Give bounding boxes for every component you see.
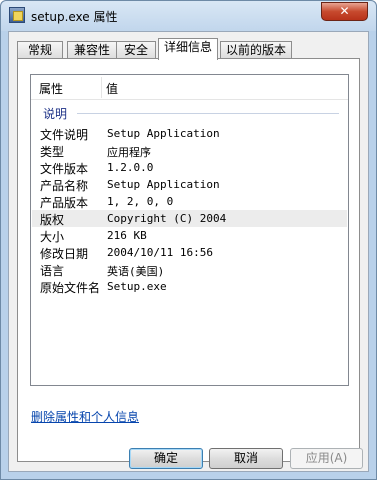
tab-general[interactable]: 常规: [17, 41, 63, 59]
column-divider[interactable]: [101, 77, 102, 98]
detail-value: 216 KB: [107, 229, 147, 242]
detail-key: 产品名称: [40, 179, 89, 193]
detail-row[interactable]: 文件说明 Setup Application: [32, 125, 347, 142]
details-list[interactable]: 属性 值 说明 文件说明 Setup Application 类型 应用程序 文…: [30, 74, 349, 386]
detail-key: 语言: [40, 264, 65, 278]
details-panel: 属性 值 说明 文件说明 Setup Application 类型 应用程序 文…: [17, 58, 360, 462]
detail-key: 产品版本: [40, 196, 89, 210]
apply-button[interactable]: 应用(A): [290, 448, 363, 469]
detail-key: 文件版本: [40, 162, 89, 176]
detail-row[interactable]: 产品名称 Setup Application: [32, 176, 347, 193]
detail-key: 类型: [40, 145, 65, 159]
detail-row[interactable]: 语言 英语(美国): [32, 261, 347, 278]
detail-value: 2004/10/11 16:56: [107, 246, 213, 259]
column-header-value[interactable]: 值: [106, 80, 118, 97]
properties-window: setup.exe 属性 ✕ 常规 兼容性 安全 详细信息 以前的版本 属性 值…: [0, 0, 377, 480]
column-header-property[interactable]: 属性: [39, 80, 63, 97]
detail-value: Setup Application: [107, 178, 220, 191]
remove-properties-link[interactable]: 删除属性和个人信息: [31, 408, 139, 425]
exe-file-icon: [9, 7, 25, 23]
ok-button[interactable]: 确定: [129, 448, 203, 469]
list-header: 属性 值: [31, 75, 348, 100]
cancel-button[interactable]: 取消: [209, 448, 283, 469]
tab-security[interactable]: 安全: [116, 41, 156, 59]
dialog-body: 常规 兼容性 安全 详细信息 以前的版本 属性 值 说明 文件说明 Setup …: [8, 31, 369, 472]
tab-details[interactable]: 详细信息: [158, 38, 218, 60]
detail-value: 应用程序: [107, 146, 151, 159]
detail-row[interactable]: 产品版本 1, 2, 0, 0: [32, 193, 347, 210]
group-divider: [77, 113, 339, 114]
detail-row[interactable]: 大小 216 KB: [32, 227, 347, 244]
detail-row-selected[interactable]: 版权 Copyright (C) 2004: [32, 210, 347, 227]
tab-compatibility[interactable]: 兼容性: [67, 41, 117, 59]
detail-value: Copyright (C) 2004: [107, 212, 227, 225]
detail-value: 1, 2, 0, 0: [107, 195, 174, 208]
title-bar[interactable]: setup.exe 属性 ✕: [1, 1, 376, 31]
detail-row[interactable]: 修改日期 2004/10/11 16:56: [32, 244, 347, 261]
close-button[interactable]: ✕: [321, 2, 368, 21]
group-label-description: 说明: [43, 107, 68, 121]
tab-previous-versions[interactable]: 以前的版本: [220, 41, 292, 59]
detail-key: 原始文件名: [40, 281, 101, 295]
detail-key: 文件说明: [40, 128, 89, 142]
window-title: setup.exe 属性: [31, 10, 118, 24]
detail-value: 1.2.0.0: [107, 161, 154, 174]
detail-key: 修改日期: [40, 247, 89, 261]
detail-value: Setup.exe: [107, 280, 167, 293]
detail-row[interactable]: 文件版本 1.2.0.0: [32, 159, 347, 176]
detail-value: 英语(美国): [107, 265, 165, 278]
detail-key: 版权: [40, 213, 65, 227]
detail-row[interactable]: 原始文件名 Setup.exe: [32, 278, 347, 295]
detail-value: Setup Application: [107, 127, 220, 140]
detail-row[interactable]: 类型 应用程序: [32, 142, 347, 159]
detail-key: 大小: [40, 230, 65, 244]
